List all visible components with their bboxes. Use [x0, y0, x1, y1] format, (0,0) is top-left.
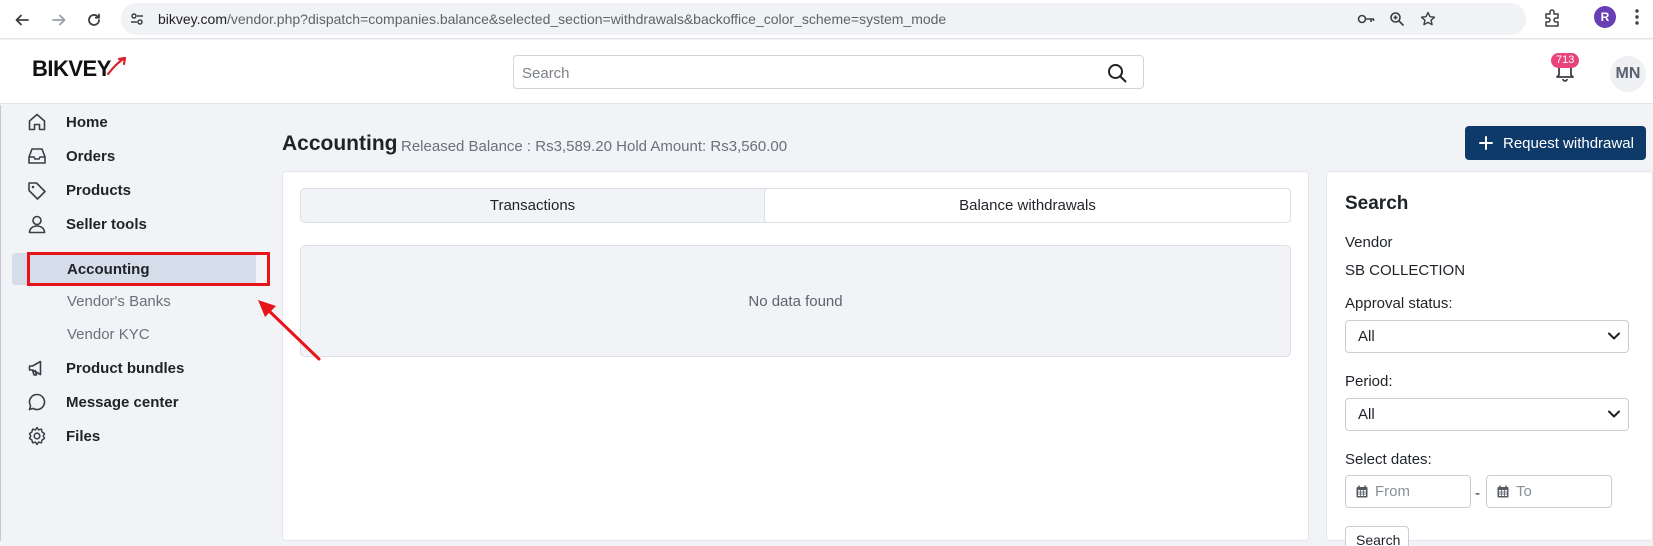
page-title: Accounting: [282, 132, 398, 155]
browser-toolbar: bikvey.com/vendor.php?dispatch=companies…: [0, 0, 1653, 39]
period-label: Period:: [1345, 373, 1393, 390]
sidebar-item-label: Product bundles: [66, 359, 185, 377]
user-icon: [26, 213, 48, 235]
calendar-icon: [1356, 485, 1368, 498]
megaphone-icon: [26, 357, 48, 379]
sidebar-item-label: Message center: [66, 393, 179, 411]
sidebar-item-message-center[interactable]: Message center: [26, 386, 179, 418]
notification-count-badge: 713: [1551, 53, 1580, 68]
zoom-icon[interactable]: [1387, 9, 1407, 29]
search-panel-title: Search: [1345, 193, 1409, 214]
date-to-placeholder: To: [1516, 483, 1532, 500]
annotation-highlight-box: [27, 252, 270, 286]
tab-balance-withdrawals[interactable]: Balance withdrawals: [764, 188, 1291, 223]
calendar-icon: [1497, 485, 1509, 498]
plus-icon: [1479, 136, 1493, 150]
address-bar[interactable]: bikvey.com/vendor.php?dispatch=companies…: [121, 3, 1526, 35]
request-withdrawal-button[interactable]: Request withdrawal: [1465, 126, 1646, 160]
global-search[interactable]: [513, 55, 1144, 89]
tag-icon: [26, 179, 48, 201]
sidebar-item-files[interactable]: Files: [26, 420, 100, 452]
browser-profile-avatar[interactable]: R: [1594, 6, 1616, 28]
chat-icon: [26, 391, 48, 413]
approval-status-value: All: [1358, 328, 1375, 345]
sidebar-item-label: Orders: [66, 147, 116, 165]
star-icon[interactable]: [1418, 9, 1438, 29]
extensions-icon[interactable]: [1542, 8, 1562, 28]
app-header: BIKVEY 713 MN: [0, 40, 1653, 104]
url-text: bikvey.com/vendor.php?dispatch=companies…: [158, 11, 946, 27]
sidebar-item-products[interactable]: Products: [26, 174, 131, 206]
reload-icon[interactable]: [81, 7, 107, 33]
sidebar-item-label: Files: [66, 427, 101, 445]
sidebar: Home Orders Products Seller tools Accoun…: [0, 105, 264, 541]
request-withdrawal-label: Request withdrawal: [1503, 134, 1634, 152]
period-select[interactable]: All: [1345, 398, 1629, 431]
home-icon: [26, 111, 48, 133]
forward-icon[interactable]: [46, 7, 72, 33]
date-from-placeholder: From: [1375, 483, 1410, 500]
sidebar-item-home[interactable]: Home: [26, 106, 108, 138]
chevron-down-icon: [1608, 410, 1620, 418]
url-path: /vendor.php?dispatch=companies.balance&s…: [226, 11, 947, 27]
key-icon[interactable]: [1356, 9, 1376, 29]
sidebar-item-seller-tools[interactable]: Seller tools: [26, 208, 147, 240]
date-to-input[interactable]: To: [1486, 475, 1612, 508]
user-avatar[interactable]: MN: [1610, 56, 1646, 92]
search-input[interactable]: [522, 62, 1082, 84]
search-submit-button[interactable]: Search: [1345, 526, 1409, 546]
select-dates-label: Select dates:: [1345, 451, 1432, 468]
sidebar-item-label: Seller tools: [66, 215, 147, 233]
period-value: All: [1358, 406, 1375, 423]
approval-status-label: Approval status:: [1345, 295, 1453, 312]
url-host: bikvey.com: [158, 11, 227, 27]
search-icon[interactable]: [1107, 63, 1127, 83]
bikvey-logo[interactable]: BIKVEY: [32, 54, 127, 84]
sidebar-item-orders[interactable]: Orders: [26, 140, 115, 172]
site-settings-icon[interactable]: [129, 11, 145, 27]
approval-status-select[interactable]: All: [1345, 320, 1629, 353]
logo-swoosh-icon: [106, 56, 127, 76]
sidebar-subitem-vendor-kyc[interactable]: Vendor KYC: [67, 320, 150, 348]
back-icon[interactable]: [9, 7, 35, 33]
sidebar-item-label: Products: [66, 181, 132, 199]
sidebar-subitem-vendors-banks[interactable]: Vendor's Banks: [67, 287, 171, 315]
empty-state: No data found: [300, 245, 1291, 357]
inbox-icon: [26, 145, 48, 167]
date-from-input[interactable]: From: [1345, 475, 1471, 508]
vendor-value: SB COLLECTION: [1345, 262, 1466, 279]
tabs: Transactions Balance withdrawals: [300, 188, 1291, 223]
balance-summary: Released Balance : Rs3,589.20 Hold Amoun…: [401, 138, 788, 155]
gear-icon: [26, 425, 48, 447]
chevron-down-icon: [1608, 332, 1620, 340]
vendor-label: Vendor: [1345, 234, 1393, 251]
logo-text: BIKVEY: [32, 56, 111, 81]
date-range-separator: -: [1475, 485, 1480, 502]
sidebar-item-product-bundles[interactable]: Product bundles: [26, 352, 184, 384]
tab-transactions[interactable]: Transactions: [301, 189, 764, 222]
sidebar-item-label: Home: [66, 113, 108, 131]
browser-menu-icon[interactable]: [1635, 8, 1639, 26]
